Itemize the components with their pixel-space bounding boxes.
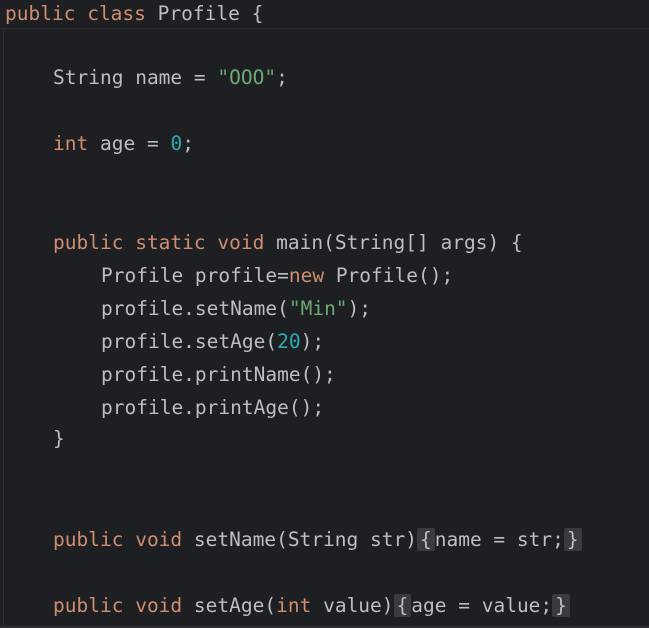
code-line-main-close[interactable]: } (53, 425, 65, 453)
string-literal: "Min" (288, 297, 348, 320)
method-signature-post: value) (311, 594, 394, 617)
statement: profile.printAge(); (101, 396, 325, 419)
field-assign: name = (135, 66, 218, 89)
keyword-int: int (276, 594, 312, 617)
type-string: String (53, 66, 124, 89)
statement-post: Profile(); (324, 264, 454, 287)
semicolon: ; (276, 66, 288, 89)
keyword-int: int (53, 132, 89, 155)
method-signature-pre: setAge( (193, 594, 277, 617)
statement-pre: profile.setAge( (101, 330, 278, 353)
keyword-public: public (53, 528, 124, 551)
keyword-static: static (135, 231, 206, 254)
keyword-new: new (288, 264, 325, 287)
field-assign: age = (99, 132, 171, 155)
code-line-name-field[interactable]: String name = "OOO"; (53, 64, 288, 92)
number-literal: 20 (277, 330, 301, 353)
statement-post: ); (347, 297, 372, 320)
code-line-main-signature[interactable]: public static void main(String[] args) { (53, 229, 523, 257)
code-line-print-name[interactable]: profile.printName(); (101, 361, 336, 389)
gutter-divider (3, 28, 4, 628)
semicolon: ; (182, 132, 194, 155)
keyword-void: void (135, 528, 183, 551)
keyword-public: public (53, 594, 124, 617)
number-literal: 0 (170, 132, 183, 155)
fold-close-brace[interactable]: } (563, 528, 582, 551)
keyword-public: public (5, 2, 76, 25)
fold-open-brace[interactable]: { (416, 528, 435, 551)
statement-post: ); (300, 330, 325, 353)
code-line-print-age[interactable]: profile.printAge(); (101, 394, 324, 422)
code-line-set-name[interactable]: profile.setName("Min"); (101, 295, 371, 323)
keyword-void: void (135, 594, 183, 617)
open-brace: { (251, 2, 264, 25)
code-editor[interactable]: public class Profile { String name = "OO… (0, 0, 649, 628)
statement-pre: Profile profile= (101, 264, 289, 287)
fold-open-brace[interactable]: { (393, 594, 412, 617)
statement-pre: profile.setName( (101, 297, 289, 320)
code-line-set-name-method[interactable]: public void setName(String str){name = s… (53, 526, 582, 554)
method-signature: main(String[] args) { (276, 231, 523, 254)
method-body: name = str; (434, 528, 564, 551)
string-literal: "OOO" (217, 66, 277, 89)
code-line-age-field[interactable]: int age = 0; (53, 130, 194, 158)
code-line-set-age-method[interactable]: public void setAge(int value){age = valu… (53, 592, 570, 620)
code-line-set-age[interactable]: profile.setAge(20); (101, 328, 324, 356)
keyword-void: void (217, 231, 265, 254)
close-brace: } (53, 427, 65, 450)
code-line-class-declaration[interactable]: public class Profile { (5, 0, 263, 28)
fold-close-brace[interactable]: } (552, 594, 570, 617)
method-signature: setName(String str) (193, 528, 417, 551)
keyword-class: class (87, 2, 146, 25)
code-line-new-profile[interactable]: Profile profile=new Profile(); (101, 262, 453, 290)
method-body: age = value; (411, 594, 553, 617)
class-name: Profile (157, 2, 240, 25)
statement: profile.printName(); (101, 363, 336, 386)
keyword-public: public (53, 231, 124, 254)
